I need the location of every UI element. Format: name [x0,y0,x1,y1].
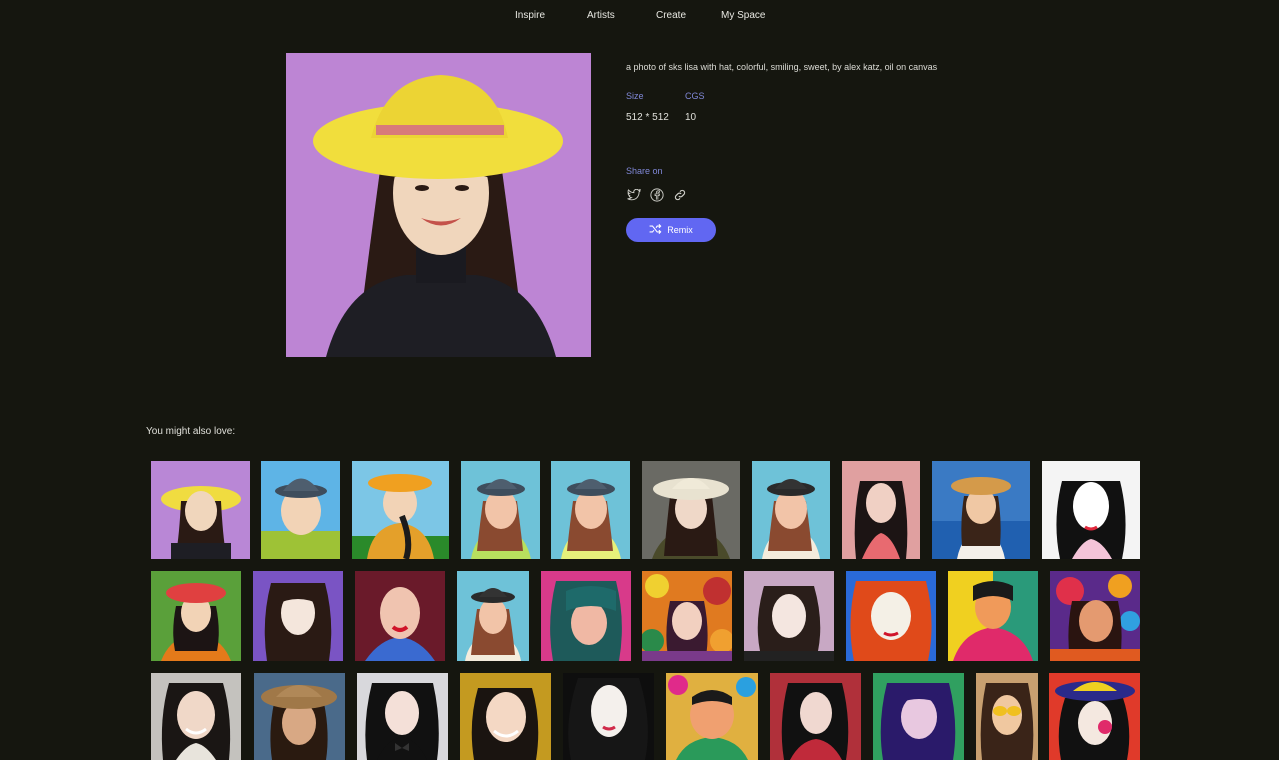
link-icon[interactable] [672,187,687,202]
share-label: Share on [626,166,663,176]
thumbnail[interactable] [151,461,250,559]
thumbnail[interactable] [642,571,732,661]
nav-artists[interactable]: Artists [587,10,615,21]
nav-inspire[interactable]: Inspire [515,10,545,21]
facebook-icon[interactable] [649,187,664,202]
thumbnail[interactable] [770,673,861,760]
size-label: Size [626,91,644,101]
thumbnail[interactable] [666,673,758,760]
artwork-image [286,53,591,357]
thumbnail[interactable] [461,461,540,559]
thumbnail[interactable] [744,571,834,661]
thumbnail[interactable] [541,571,631,661]
thumbnail[interactable] [932,461,1030,559]
thumbnail[interactable] [357,673,448,760]
thumbnail[interactable] [752,461,830,559]
artwork-prompt: a photo of sks lisa with hat, colorful, … [626,62,938,72]
thumbnail[interactable] [460,673,551,760]
nav-my-space[interactable]: My Space [721,10,765,21]
thumbnail[interactable] [151,673,241,760]
recommendations-heading: You might also love: [146,426,236,437]
nav-create[interactable]: Create [656,10,686,21]
thumbnail[interactable] [551,461,630,559]
share-icons [626,187,687,202]
cgs-value: 10 [685,112,697,123]
thumbnail[interactable] [563,673,654,760]
thumbnail[interactable] [842,461,920,559]
thumbnail[interactable] [976,673,1038,760]
cgs-label: CGS [685,91,705,101]
shuffle-icon [649,223,663,236]
remix-label: Remix [667,225,693,235]
thumbnail[interactable] [948,571,1038,661]
size-value: 512 * 512 [626,112,669,123]
thumbnail[interactable] [1050,571,1140,661]
top-nav: Inspire Artists Create My Space [0,0,1279,32]
thumbnail[interactable] [846,571,936,661]
thumbnail[interactable] [873,673,964,760]
thumbnail[interactable] [355,571,445,661]
thumbnail[interactable] [151,571,241,661]
thumbnail[interactable] [254,673,345,760]
twitter-icon[interactable] [626,187,641,202]
thumbnail[interactable] [1049,673,1140,760]
thumbnail[interactable] [253,571,343,661]
thumbnail[interactable] [261,461,340,559]
thumbnail[interactable] [1042,461,1140,559]
thumbnail[interactable] [352,461,449,559]
remix-button[interactable]: Remix [626,218,716,242]
thumbnail[interactable] [642,461,740,559]
thumbnail[interactable] [457,571,529,661]
